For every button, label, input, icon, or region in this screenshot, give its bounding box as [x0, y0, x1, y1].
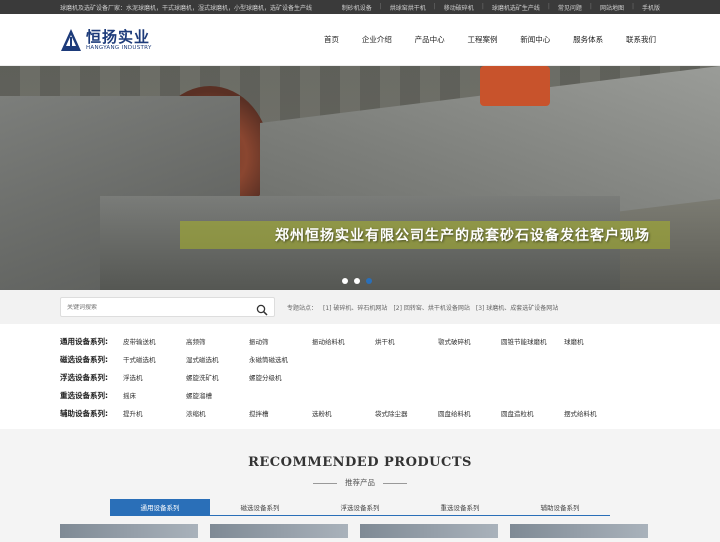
banner-photo-motor	[480, 66, 550, 106]
category-title[interactable]: 通用设备系列:	[60, 336, 123, 347]
product-thumbnail[interactable]	[360, 524, 498, 538]
section-title: RECOMMENDED PRODUCTS	[248, 455, 472, 470]
category-item[interactable]: 振动给料机	[312, 336, 375, 346]
product-thumbnail[interactable]	[510, 524, 648, 538]
category-title[interactable]: 重选设备系列:	[60, 390, 123, 401]
topbar-link[interactable]: 手机版	[642, 3, 660, 12]
category-item[interactable]: 湿式磁选机	[186, 354, 249, 364]
category-item[interactable]: 圆盘给料机	[438, 408, 501, 418]
category-item[interactable]: 摆式给料机	[564, 408, 627, 418]
category-item[interactable]: 干式磁选机	[123, 354, 186, 364]
separator: |	[481, 2, 484, 10]
category-title[interactable]: 辅助设备系列:	[60, 408, 123, 419]
separator: |	[631, 2, 634, 10]
hot-link[interactable]: [3] 球磨机、成套选矿设备网站	[476, 303, 558, 312]
topbar-links: 制砂机设备 | 烘球窑烘干机 | 移动破碎机 | 球磨机选矿生产线 | 常见问题 | 网站…	[342, 3, 660, 12]
top-bar: 球磨机及选矿设备厂家：水泥球磨机，干式球磨机，湿式球磨机，小型球磨机，选矿设备生…	[0, 0, 720, 14]
topbar-link[interactable]: 制砂机设备	[342, 3, 372, 12]
hot-link[interactable]: [2] 回转窑、烘干机设备网站	[393, 303, 469, 312]
category-item[interactable]: 永磁筒磁选机	[249, 354, 312, 364]
slider-dots	[342, 278, 372, 284]
logo-name: 恒扬实业	[86, 27, 151, 46]
category-item[interactable]: 螺旋洗矿机	[186, 372, 249, 382]
topbar-link[interactable]: 网站地图	[600, 3, 624, 12]
topbar-link[interactable]: 常见问题	[558, 3, 582, 12]
product-thumbnails	[0, 516, 720, 538]
header: 恒扬实业 HANGYANG INDUSTRY 首页 企业介绍 产品中心 工程案例…	[0, 14, 720, 66]
topbar-link[interactable]: 移动破碎机	[444, 3, 474, 12]
category-item[interactable]: 浓缩机	[186, 408, 249, 418]
nav-home[interactable]: 首页	[320, 34, 343, 45]
hot-sites: 专题站点： [1] 破碎机、碎石机网站 [2] 回转窑、烘干机设备网站 [3] …	[287, 303, 558, 312]
topbar-link[interactable]: 球磨机选矿生产线	[492, 3, 540, 12]
nav-products[interactable]: 产品中心	[411, 34, 449, 45]
search-icon[interactable]	[256, 301, 268, 316]
category-row: 辅助设备系列: 提升机 浓缩机 搅拌槽 选粉机 袋式除尘器 圆盘给料机 圆盘造粒…	[60, 404, 660, 422]
search-input[interactable]	[67, 303, 256, 311]
category-item[interactable]: 振动筛	[249, 336, 312, 346]
category-row: 浮选设备系列: 浮选机 螺旋洗矿机 螺旋分级机	[60, 368, 660, 386]
category-item[interactable]: 圆盘造粒机	[501, 408, 564, 418]
banner-caption-text: 郑州恒扬实业有限公司生产的成套砂石设备发往客户现场	[275, 228, 650, 244]
category-row: 磁选设备系列: 干式磁选机 湿式磁选机 永磁筒磁选机	[60, 350, 660, 368]
tab-gravity[interactable]: 重选设备系列	[410, 499, 510, 515]
hero-banner[interactable]: 郑州恒扬实业有限公司生产的成套砂石设备发往客户现场	[0, 66, 720, 290]
tab-flotation[interactable]: 浮选设备系列	[310, 499, 410, 515]
category-row: 通用设备系列: 皮带输送机 高频筛 振动筛 振动给料机 烘干机 颚式破碎机 圆锥…	[60, 332, 660, 350]
category-row: 重选设备系列: 摇床 螺旋溜槽	[60, 386, 660, 404]
category-item[interactable]: 摇床	[123, 390, 186, 400]
recommended-products: RECOMMENDED PRODUCTS 推荐产品 通用设备系列 磁选设备系列 …	[0, 429, 720, 542]
nav-about[interactable]: 企业介绍	[358, 34, 396, 45]
category-item[interactable]: 高频筛	[186, 336, 249, 346]
category-item[interactable]: 烘干机	[375, 336, 438, 346]
category-item[interactable]: 选粉机	[312, 408, 375, 418]
topbar-link[interactable]: 烘球窑烘干机	[390, 3, 426, 12]
nav-news[interactable]: 新闻中心	[516, 34, 554, 45]
category-item[interactable]: 浮选机	[123, 372, 186, 382]
category-item[interactable]: 袋式除尘器	[375, 408, 438, 418]
category-item[interactable]: 螺旋分级机	[249, 372, 312, 382]
category-item[interactable]: 球磨机	[564, 336, 627, 346]
nav-cases[interactable]: 工程案例	[463, 34, 501, 45]
product-tabs: 通用设备系列 磁选设备系列 浮选设备系列 重选设备系列 辅助设备系列	[0, 499, 720, 515]
banner-caption: 郑州恒扬实业有限公司生产的成套砂石设备发往客户现场	[180, 221, 670, 249]
category-item[interactable]: 圆锥节能球磨机	[501, 336, 564, 346]
tab-auxiliary[interactable]: 辅助设备系列	[510, 499, 610, 515]
logo[interactable]: 恒扬实业 HANGYANG INDUSTRY	[60, 28, 320, 52]
category-item[interactable]: 颚式破碎机	[438, 336, 501, 346]
separator: |	[379, 2, 382, 10]
nav-contact[interactable]: 联系我们	[622, 34, 660, 45]
slider-dot-active[interactable]	[366, 278, 372, 284]
category-item[interactable]: 皮带输送机	[123, 336, 186, 346]
logo-english-name: HANGYANG INDUSTRY	[86, 44, 152, 51]
tab-general[interactable]: 通用设备系列	[110, 499, 210, 515]
search-bar: 专题站点： [1] 破碎机、碎石机网站 [2] 回转窑、烘干机设备网站 [3] …	[0, 290, 720, 324]
product-thumbnail[interactable]	[60, 524, 198, 538]
separator: |	[433, 2, 436, 10]
search-box	[60, 297, 275, 317]
slider-dot[interactable]	[342, 278, 348, 284]
category-title[interactable]: 磁选设备系列:	[60, 354, 123, 365]
topbar-intro: 球磨机及选矿设备厂家：水泥球磨机，干式球磨机，湿式球磨机，小型球磨机，选矿设备生…	[60, 4, 313, 12]
category-item[interactable]: 提升机	[123, 408, 186, 418]
category-title[interactable]: 浮选设备系列:	[60, 372, 123, 383]
product-thumbnail[interactable]	[210, 524, 348, 538]
separator: |	[589, 2, 592, 10]
separator: |	[547, 2, 550, 10]
section-subtitle: 推荐产品	[313, 478, 407, 487]
logo-mountain-icon	[60, 28, 82, 52]
slider-dot[interactable]	[354, 278, 360, 284]
hot-link[interactable]: [1] 破碎机、碎石机网站	[323, 303, 387, 312]
main-nav: 首页 企业介绍 产品中心 工程案例 新闻中心 服务体系 联系我们	[320, 34, 660, 45]
product-categories: 通用设备系列: 皮带输送机 高频筛 振动筛 振动给料机 烘干机 颚式破碎机 圆锥…	[0, 324, 720, 429]
tab-magnetic[interactable]: 磁选设备系列	[210, 499, 310, 515]
category-item[interactable]: 搅拌槽	[249, 408, 312, 418]
hot-label: 专题站点：	[287, 304, 318, 312]
category-item[interactable]: 螺旋溜槽	[186, 390, 249, 400]
nav-service[interactable]: 服务体系	[569, 34, 607, 45]
